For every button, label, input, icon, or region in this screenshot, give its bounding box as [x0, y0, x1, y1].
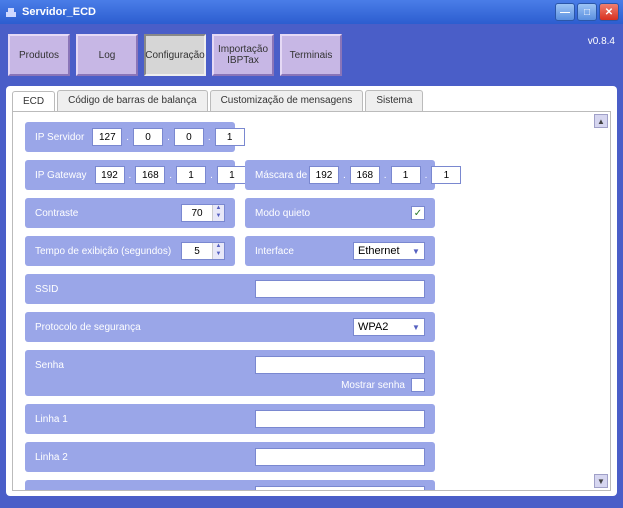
chevron-down-icon: ▼	[410, 323, 422, 332]
ip-gateway-field: IP Gateway . . .	[25, 160, 235, 190]
scrollbar[interactable]: ▲ ▼	[594, 114, 608, 488]
tempo-exibicao-spinner[interactable]: ▲ ▼	[181, 242, 225, 260]
minimize-button[interactable]: —	[555, 3, 575, 21]
ip-gateway-oct4[interactable]	[217, 166, 247, 184]
protocolo-field: Protocolo de segurança WPA2 ▼	[25, 312, 435, 342]
mascara-oct2[interactable]	[350, 166, 380, 184]
spin-up-icon[interactable]: ▲	[212, 205, 224, 213]
spin-down-icon[interactable]: ▼	[212, 251, 224, 259]
app-icon	[4, 5, 18, 19]
maximize-button[interactable]: □	[577, 3, 597, 21]
contraste-spinner[interactable]: ▲ ▼	[181, 204, 225, 222]
mascara-label: Máscara de rede	[255, 170, 301, 181]
spin-up-icon[interactable]: ▲	[212, 243, 224, 251]
app-frame: Produtos Log Configuração Importação IBP…	[0, 24, 623, 508]
tab-strip: ECD Código de barras de balança Customiz…	[12, 90, 611, 111]
dot-icon: .	[124, 132, 131, 143]
produtos-button[interactable]: Produtos	[8, 34, 70, 76]
ip-gateway-oct1[interactable]	[95, 166, 125, 184]
tab-body: ▲ ▼ IP Servidor . . .	[12, 111, 611, 491]
senha-field: Senha Mostrar senha	[25, 350, 435, 396]
toolbar: Produtos Log Configuração Importação IBP…	[6, 30, 617, 86]
mascara-field: Máscara de rede . . .	[245, 160, 435, 190]
dot-icon: .	[423, 170, 430, 181]
interface-value: Ethernet	[358, 245, 400, 257]
tab-ecd[interactable]: ECD	[12, 91, 55, 112]
ssid-field: SSID	[25, 274, 435, 304]
importacao-ibptax-button[interactable]: Importação IBPTax	[212, 34, 274, 76]
modo-quieto-checkbox[interactable]: ✓	[411, 206, 425, 220]
version-label: v0.8.4	[588, 34, 615, 47]
window-controls: — □ ✕	[555, 3, 619, 21]
linha2-label: Linha 2	[35, 452, 68, 463]
ip-servidor-oct2[interactable]	[133, 128, 163, 146]
ip-gateway-oct3[interactable]	[176, 166, 206, 184]
linha1-label: Linha 1	[35, 414, 68, 425]
contraste-field: Contraste ▲ ▼	[25, 198, 235, 228]
contraste-label: Contraste	[35, 208, 78, 219]
senha-label: Senha	[35, 360, 64, 371]
dot-icon: .	[127, 170, 134, 181]
protocolo-label: Protocolo de segurança	[35, 322, 141, 333]
linha3-label: Linha 3	[35, 490, 68, 492]
ip-gateway-label: IP Gateway	[35, 170, 87, 181]
log-button[interactable]: Log	[76, 34, 138, 76]
ip-gateway-oct2[interactable]	[135, 166, 165, 184]
mascara-oct3[interactable]	[391, 166, 421, 184]
ip-servidor-oct3[interactable]	[174, 128, 204, 146]
dot-icon: .	[341, 170, 348, 181]
window-title: Servidor_ECD	[22, 6, 555, 18]
linha3-input[interactable]	[255, 486, 425, 491]
tab-codigo-barras[interactable]: Código de barras de balança	[57, 90, 207, 111]
protocolo-value: WPA2	[358, 321, 388, 333]
modo-quieto-field: Modo quieto ✓	[245, 198, 435, 228]
interface-select[interactable]: Ethernet ▼	[353, 242, 425, 260]
tab-customizacao[interactable]: Customização de mensagens	[210, 90, 364, 111]
ssid-label: SSID	[35, 284, 58, 295]
mostrar-senha-checkbox[interactable]	[411, 378, 425, 392]
scroll-up-button[interactable]: ▲	[594, 114, 608, 128]
dot-icon: .	[206, 132, 213, 143]
ip-servidor-label: IP Servidor	[35, 132, 84, 143]
interface-field: Interface Ethernet ▼	[245, 236, 435, 266]
linha1-field: Linha 1	[25, 404, 435, 434]
dot-icon: .	[167, 170, 174, 181]
modo-quieto-label: Modo quieto	[255, 208, 310, 219]
dot-icon: .	[208, 170, 215, 181]
linha2-field: Linha 2	[25, 442, 435, 472]
senha-input[interactable]	[255, 356, 425, 374]
tempo-exibicao-label: Tempo de exibição (segundos)	[35, 246, 171, 257]
ip-servidor-oct1[interactable]	[92, 128, 122, 146]
ip-servidor-oct4[interactable]	[215, 128, 245, 146]
ip-servidor-field: IP Servidor . . .	[25, 122, 235, 152]
mascara-oct4[interactable]	[431, 166, 461, 184]
close-button[interactable]: ✕	[599, 3, 619, 21]
interface-label: Interface	[255, 246, 294, 257]
dot-icon: .	[165, 132, 172, 143]
tab-sistema[interactable]: Sistema	[365, 90, 423, 111]
scroll-down-button[interactable]: ▼	[594, 474, 608, 488]
mostrar-senha-label: Mostrar senha	[341, 380, 405, 391]
spin-down-icon[interactable]: ▼	[212, 213, 224, 221]
contraste-value[interactable]	[182, 208, 212, 219]
protocolo-select[interactable]: WPA2 ▼	[353, 318, 425, 336]
linha3-field: Linha 3	[25, 480, 435, 491]
titlebar: Servidor_ECD — □ ✕	[0, 0, 623, 24]
configuracao-button[interactable]: Configuração	[144, 34, 206, 76]
dot-icon: .	[382, 170, 389, 181]
ssid-input[interactable]	[255, 280, 425, 298]
tempo-exibicao-field: Tempo de exibição (segundos) ▲ ▼	[25, 236, 235, 266]
content-panel: ECD Código de barras de balança Customiz…	[6, 86, 617, 496]
linha1-input[interactable]	[255, 410, 425, 428]
tempo-exibicao-value[interactable]	[182, 246, 212, 257]
linha2-input[interactable]	[255, 448, 425, 466]
mascara-oct1[interactable]	[309, 166, 339, 184]
chevron-down-icon: ▼	[410, 247, 422, 256]
terminais-button[interactable]: Terminais	[280, 34, 342, 76]
